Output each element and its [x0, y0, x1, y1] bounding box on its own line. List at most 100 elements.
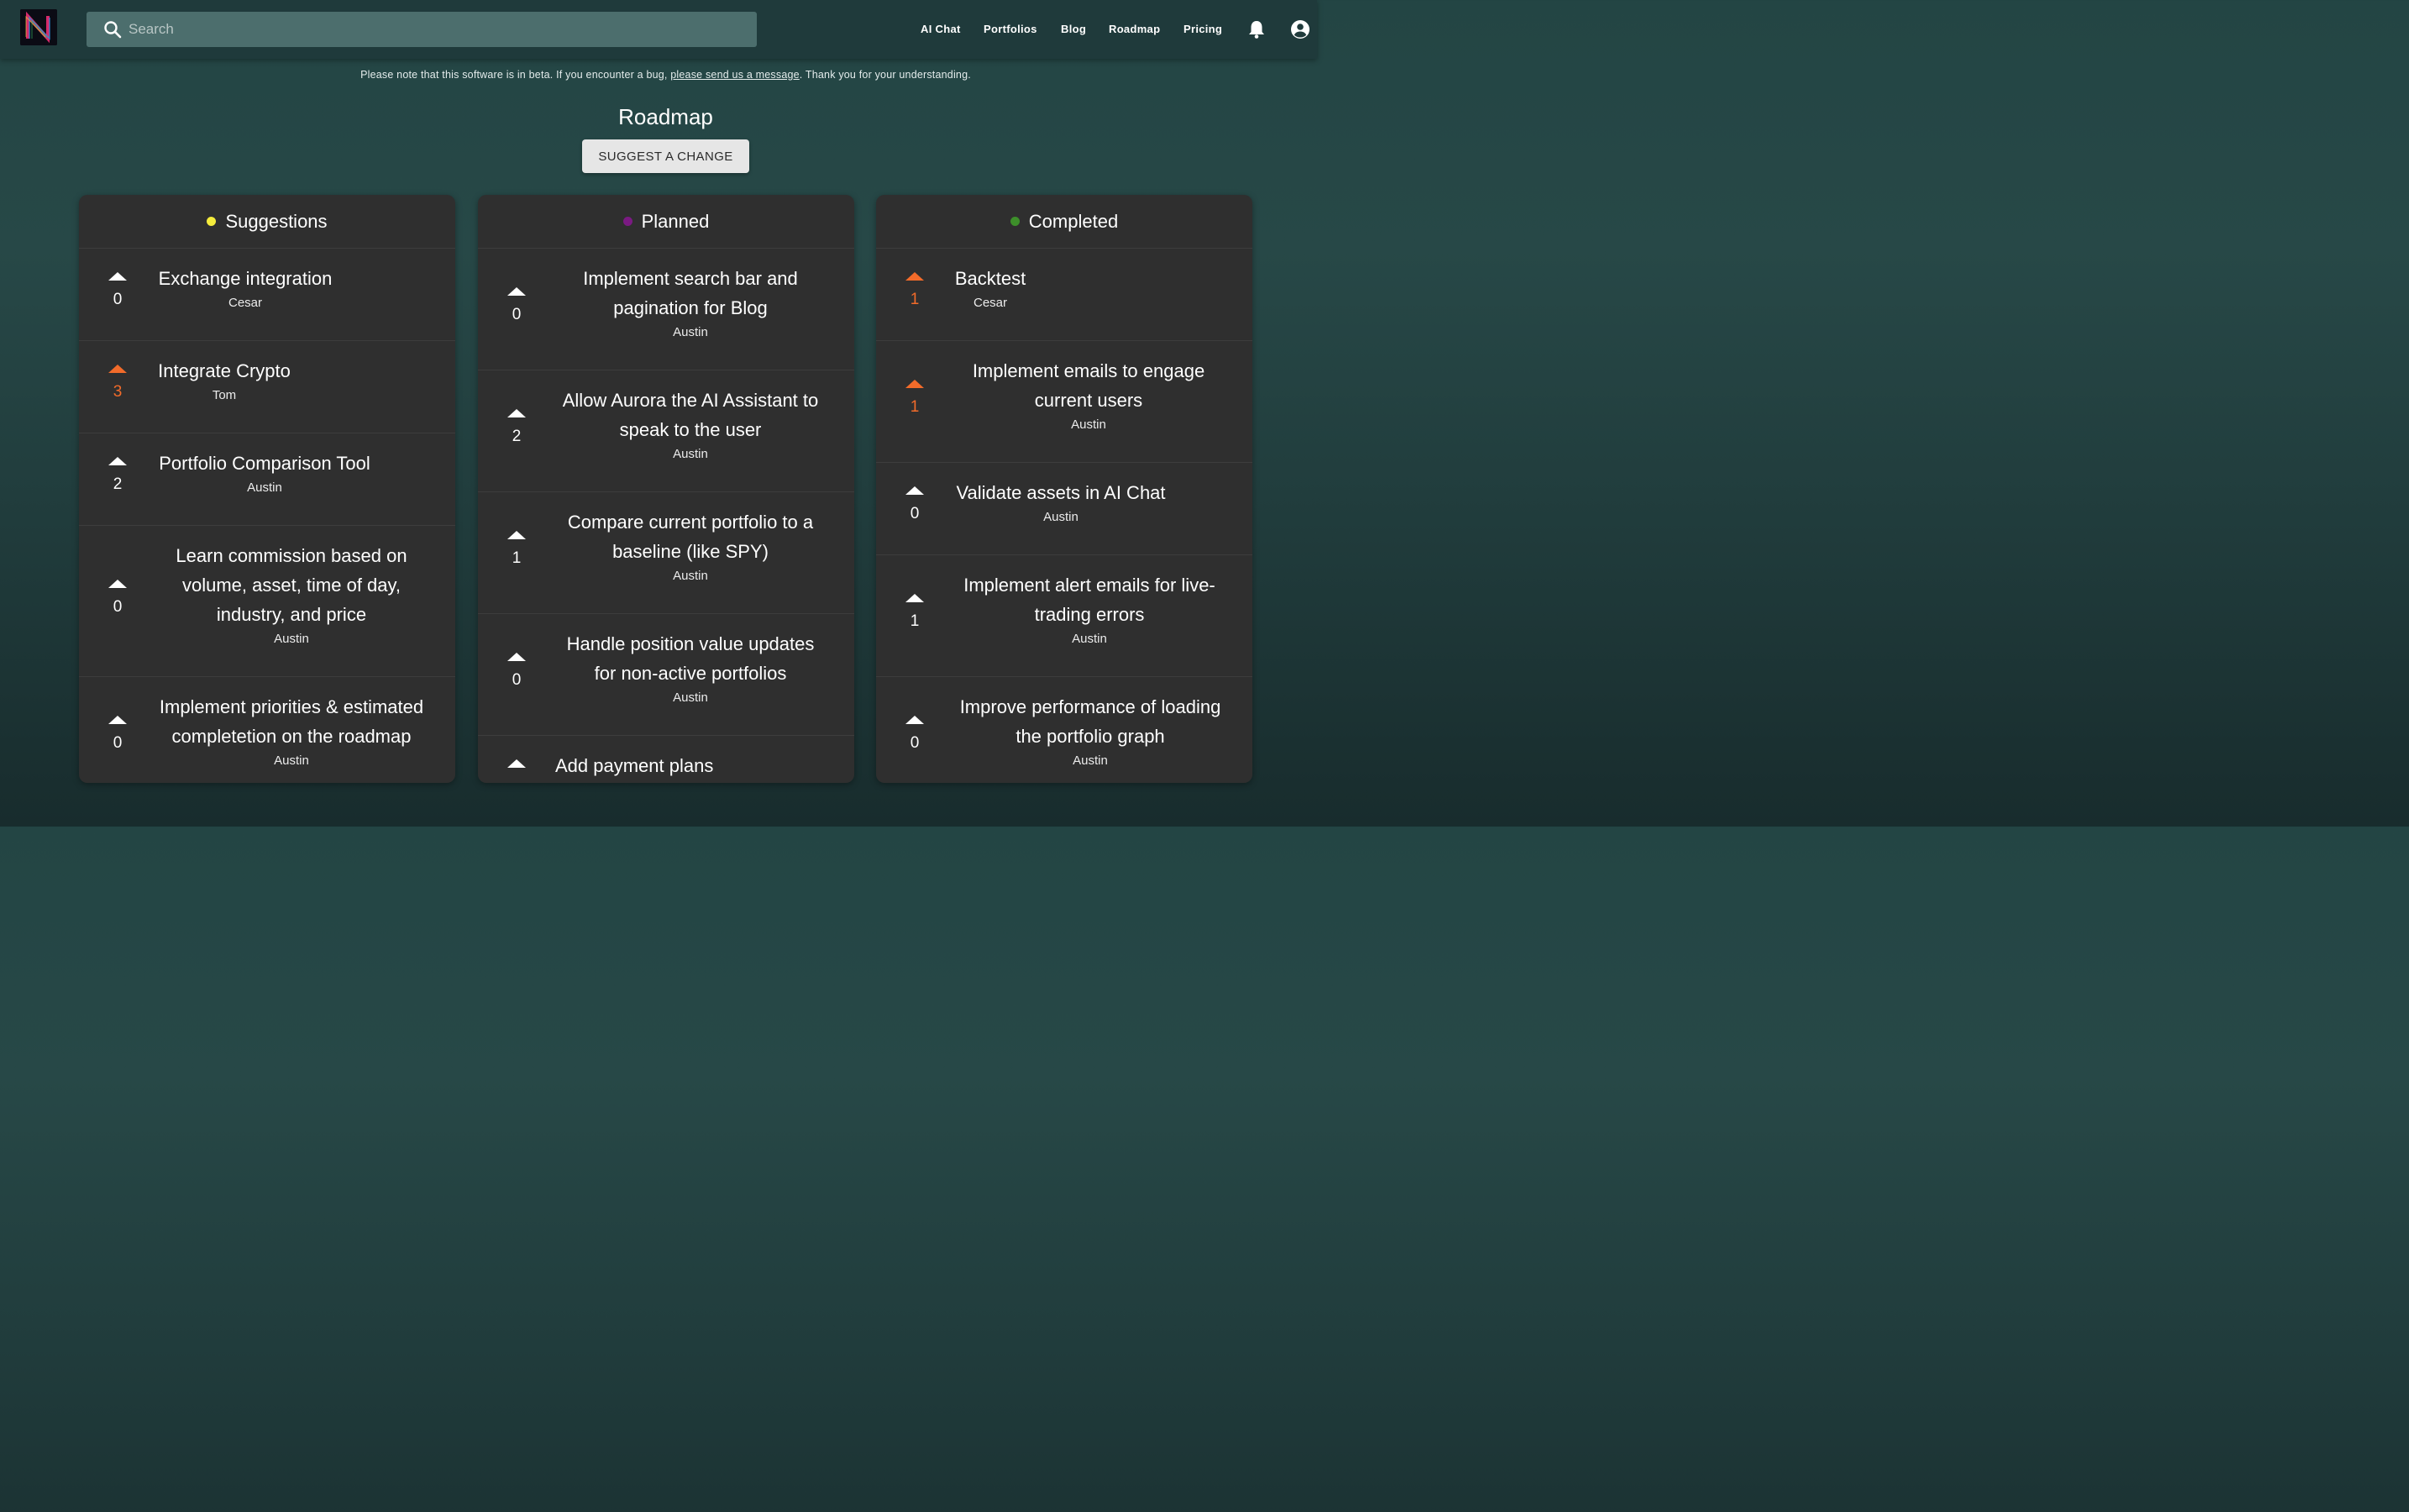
- upvote-arrow-icon[interactable]: [507, 759, 526, 768]
- vote-control: 2: [506, 409, 527, 446]
- upvote-arrow-icon[interactable]: [507, 653, 526, 661]
- vote-control: 0: [108, 272, 128, 309]
- card-body: Implement alert emails for live-trading …: [955, 570, 1224, 646]
- upvote-arrow-icon[interactable]: [507, 409, 526, 417]
- vote-control: 1: [506, 531, 527, 568]
- notifications-button[interactable]: [1247, 19, 1266, 39]
- card-author: Austin: [673, 690, 708, 705]
- planned-column: Planned 0 Implement search bar and pagin…: [478, 195, 854, 783]
- app-logo[interactable]: [20, 9, 57, 45]
- roadmap-card[interactable]: 3 Integrate Crypto Tom: [79, 341, 455, 433]
- card-body: Learn commission based on volume, asset,…: [163, 541, 420, 646]
- card-body: Improve performance of loading the portf…: [950, 692, 1231, 768]
- upvote-arrow-icon[interactable]: [905, 380, 924, 388]
- search-input[interactable]: [129, 12, 750, 47]
- card-title: Improve performance of loading the portf…: [959, 696, 1221, 747]
- vote-control: 1: [905, 594, 925, 631]
- roadmap-card[interactable]: 1 Backtest Cesar: [876, 249, 1252, 341]
- card-title: Learn commission based on volume, asset,…: [176, 545, 407, 625]
- account-button[interactable]: [1290, 19, 1310, 39]
- suggest-change-button[interactable]: SUGGEST A CHANGE: [582, 139, 749, 173]
- vote-control: 1: [905, 380, 925, 417]
- upvote-arrow-icon[interactable]: [905, 272, 924, 281]
- roadmap-card[interactable]: 0 Implement search bar and pagination fo…: [478, 249, 854, 370]
- upvote-arrow-icon[interactable]: [108, 457, 127, 465]
- upvote-arrow-icon[interactable]: [905, 716, 924, 724]
- roadmap-card[interactable]: 0 Learn commission based on volume, asse…: [79, 526, 455, 677]
- nav-link-pricing[interactable]: Pricing: [1184, 23, 1222, 35]
- beta-notice-text-end: . Thank you for your understanding.: [799, 69, 971, 81]
- upvote-arrow-icon[interactable]: [108, 716, 127, 724]
- card-author: Cesar: [973, 296, 1007, 310]
- roadmap-card[interactable]: Add payment plans: [478, 736, 854, 783]
- upvote-arrow-icon[interactable]: [108, 365, 127, 373]
- roadmap-card[interactable]: 0 Handle position value updates for non-…: [478, 614, 854, 736]
- card-author: Austin: [1072, 632, 1107, 646]
- vote-count: 2: [512, 428, 522, 445]
- nav-link-roadmap[interactable]: Roadmap: [1109, 23, 1160, 35]
- roadmap-card[interactable]: 2 Allow Aurora the AI Assistant to speak…: [478, 370, 854, 492]
- roadmap-card[interactable]: 1 Compare current portfolio to a baselin…: [478, 492, 854, 614]
- roadmap-card[interactable]: 1 Implement alert emails for live-tradin…: [876, 555, 1252, 677]
- card-body: Handle position value updates for non-ac…: [560, 629, 821, 705]
- roadmap-card[interactable]: 0 Validate assets in AI Chat Austin: [876, 463, 1252, 555]
- upvote-arrow-icon[interactable]: [108, 272, 127, 281]
- card-title: Validate assets in AI Chat: [956, 482, 1166, 503]
- column-title: Planned: [641, 210, 710, 232]
- card-title: Implement alert emails for live-trading …: [963, 575, 1215, 625]
- card-body: Implement search bar and pagination for …: [560, 264, 821, 339]
- card-author: Austin: [274, 632, 309, 646]
- nav-link-ai-chat[interactable]: AI Chat: [921, 23, 961, 35]
- roadmap-card[interactable]: 0 Implement priorities & estimated compl…: [79, 677, 455, 783]
- vote-control: 0: [108, 716, 128, 753]
- suggestions-column: Suggestions 0 Exchange integration Cesar…: [79, 195, 455, 783]
- card-title: Add payment plans: [555, 755, 714, 776]
- vote-count: 1: [512, 549, 522, 567]
- vote-control: 1: [905, 272, 925, 309]
- card-author: Austin: [274, 753, 309, 768]
- card-title: Exchange integration: [158, 268, 333, 289]
- vote-count: 0: [910, 505, 920, 522]
- upvote-arrow-icon[interactable]: [507, 287, 526, 296]
- nav-link-blog[interactable]: Blog: [1061, 23, 1086, 35]
- card-title: Implement search bar and pagination for …: [583, 268, 798, 318]
- account-circle-icon: [1291, 20, 1309, 39]
- card-title: Backtest: [954, 268, 1026, 289]
- roadmap-card[interactable]: 0 Improve performance of loading the por…: [876, 677, 1252, 783]
- vote-control: 0: [108, 580, 128, 617]
- card-author: Austin: [1043, 510, 1079, 524]
- roadmap-card[interactable]: 2 Portfolio Comparison Tool Austin: [79, 433, 455, 526]
- card-body: Compare current portfolio to a baseline …: [560, 507, 821, 583]
- beta-notice-text: Please note that this software is in bet…: [360, 69, 671, 81]
- card-title: Portfolio Comparison Tool: [159, 453, 370, 474]
- card-body: Validate assets in AI Chat Austin: [952, 478, 1170, 524]
- bell-icon: [1249, 21, 1264, 39]
- upvote-arrow-icon[interactable]: [905, 486, 924, 495]
- vote-count: 0: [512, 671, 522, 689]
- upvote-arrow-icon[interactable]: [507, 531, 526, 539]
- upvote-arrow-icon[interactable]: [108, 580, 127, 588]
- vote-control: 0: [506, 287, 527, 324]
- column-title: Suggestions: [225, 210, 328, 232]
- card-author: Austin: [673, 325, 708, 339]
- vote-count: 1: [910, 291, 920, 308]
- card-title: Compare current portfolio to a baseline …: [567, 512, 814, 562]
- vote-control: 0: [905, 486, 925, 523]
- search-icon: [104, 21, 122, 39]
- upvote-arrow-icon[interactable]: [905, 594, 924, 602]
- vote-control: 2: [108, 457, 128, 494]
- card-title: Implement priorities & estimated complet…: [159, 696, 424, 747]
- card-body: Exchange integration Cesar: [155, 264, 336, 310]
- card-body: Implement emails to engage current users…: [958, 356, 1219, 432]
- beta-notice: Please note that this software is in bet…: [0, 69, 1331, 81]
- vote-count: 1: [910, 398, 920, 416]
- roadmap-card[interactable]: 1 Implement emails to engage current use…: [876, 341, 1252, 463]
- send-message-link[interactable]: please send us a message: [670, 69, 800, 81]
- roadmap-card[interactable]: 0 Exchange integration Cesar: [79, 249, 455, 341]
- completed-column: Completed 1 Backtest Cesar 1 Implement e…: [876, 195, 1252, 783]
- vote-count: 0: [113, 291, 123, 308]
- vote-count: 0: [113, 734, 123, 752]
- search-bar: [87, 12, 757, 47]
- nav-link-portfolios[interactable]: Portfolios: [984, 23, 1037, 35]
- column-title: Completed: [1028, 210, 1119, 232]
